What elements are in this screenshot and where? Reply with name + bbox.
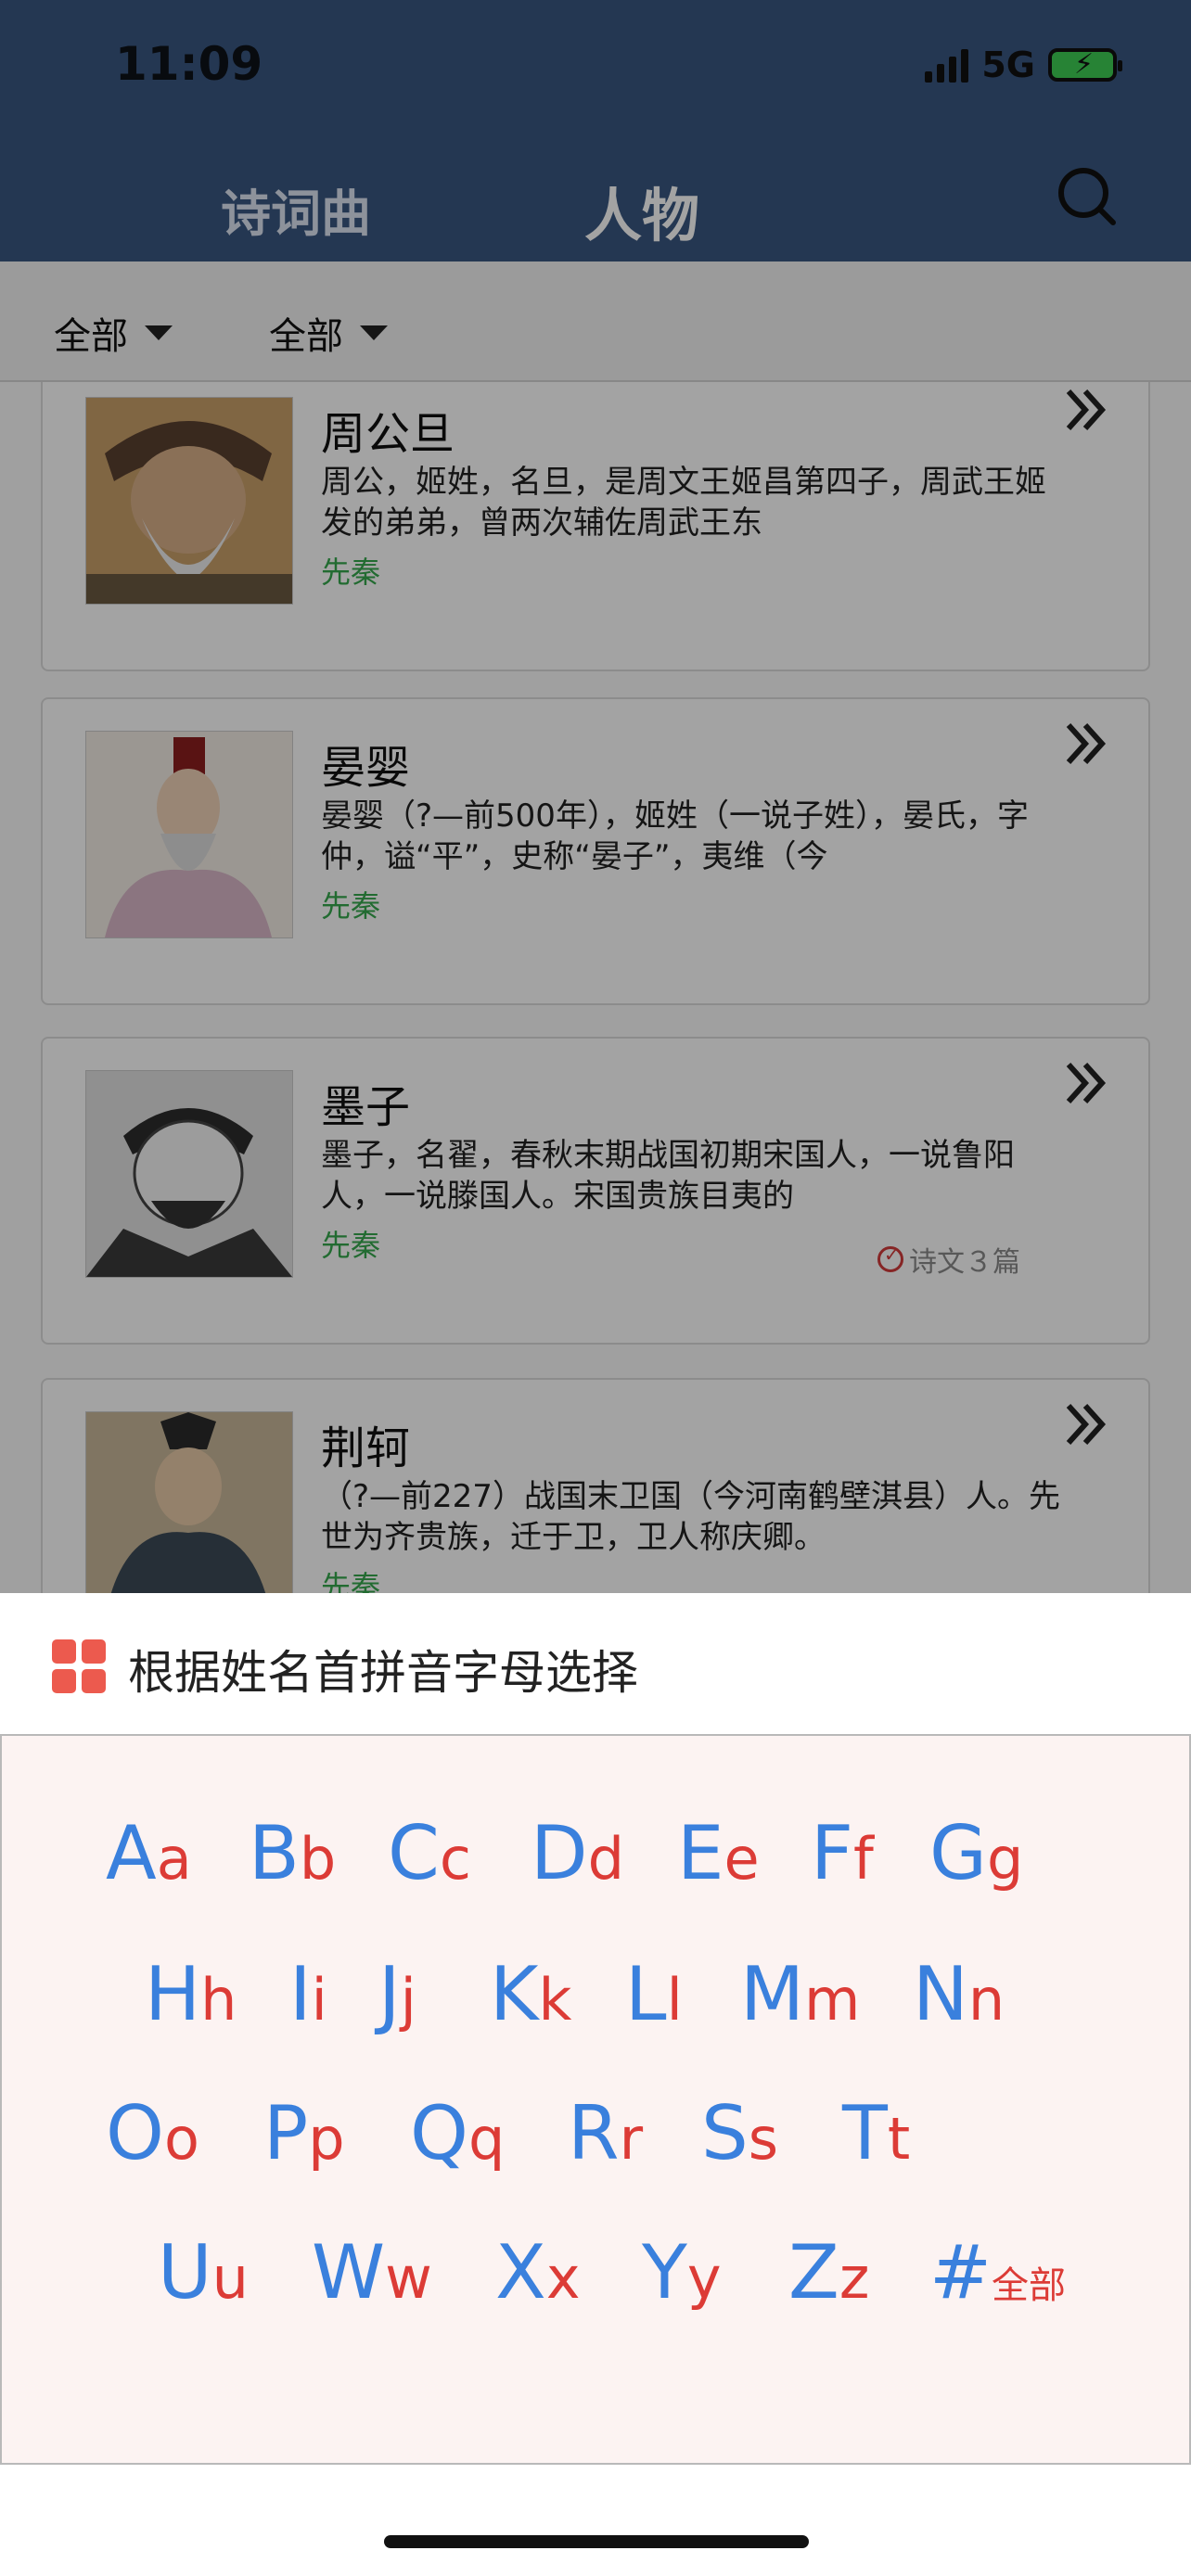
sheet-header: 根据姓名首拼音字母选择 — [0, 1593, 1191, 1736]
letter-g[interactable]: Gg — [929, 1810, 1023, 1896]
letter-z[interactable]: Zz — [788, 2229, 869, 2315]
letter-t[interactable]: Tt — [842, 2090, 910, 2176]
letter-p[interactable]: Pp — [263, 2090, 345, 2176]
letter-e[interactable]: Ee — [677, 1810, 760, 1896]
letter-c[interactable]: Cc — [388, 1810, 471, 1896]
letter-n[interactable]: Nn — [913, 1951, 1005, 2037]
modal-backdrop[interactable] — [0, 0, 1191, 1593]
letter-w[interactable]: Ww — [312, 2229, 432, 2315]
letter-a[interactable]: Aa — [106, 1810, 192, 1896]
letter-k[interactable]: Kk — [490, 1951, 571, 2037]
letter-h[interactable]: Hh — [145, 1951, 237, 2037]
letter-j[interactable]: Jj — [378, 1951, 416, 2037]
letter-o[interactable]: Oo — [106, 2090, 199, 2176]
letter-u[interactable]: Uu — [158, 2229, 249, 2315]
letter-i[interactable]: Ii — [289, 1951, 327, 2037]
letter-l[interactable]: Ll — [625, 1951, 683, 2037]
sheet-title: 根据姓名首拼音字母选择 — [128, 1646, 638, 1700]
letter-picker: Aa Bb Cc Dd Ee Ff Gg Hh Ii Jj Kk Ll Mm N… — [0, 1734, 1191, 2465]
grid-icon — [52, 1639, 106, 1693]
letter-f[interactable]: Ff — [811, 1810, 874, 1896]
letter-all[interactable]: #全部 — [929, 2229, 1066, 2315]
letter-d[interactable]: Dd — [531, 1810, 624, 1896]
letter-q[interactable]: Qq — [410, 2090, 505, 2176]
letter-y[interactable]: Yy — [642, 2229, 722, 2315]
letter-m[interactable]: Mm — [740, 1951, 860, 2037]
home-indicator[interactable] — [384, 2535, 809, 2548]
letter-r[interactable]: Rr — [568, 2090, 643, 2176]
letter-s[interactable]: Ss — [701, 2090, 778, 2176]
letter-x[interactable]: Xx — [495, 2229, 581, 2315]
letter-b[interactable]: Bb — [249, 1810, 336, 1896]
